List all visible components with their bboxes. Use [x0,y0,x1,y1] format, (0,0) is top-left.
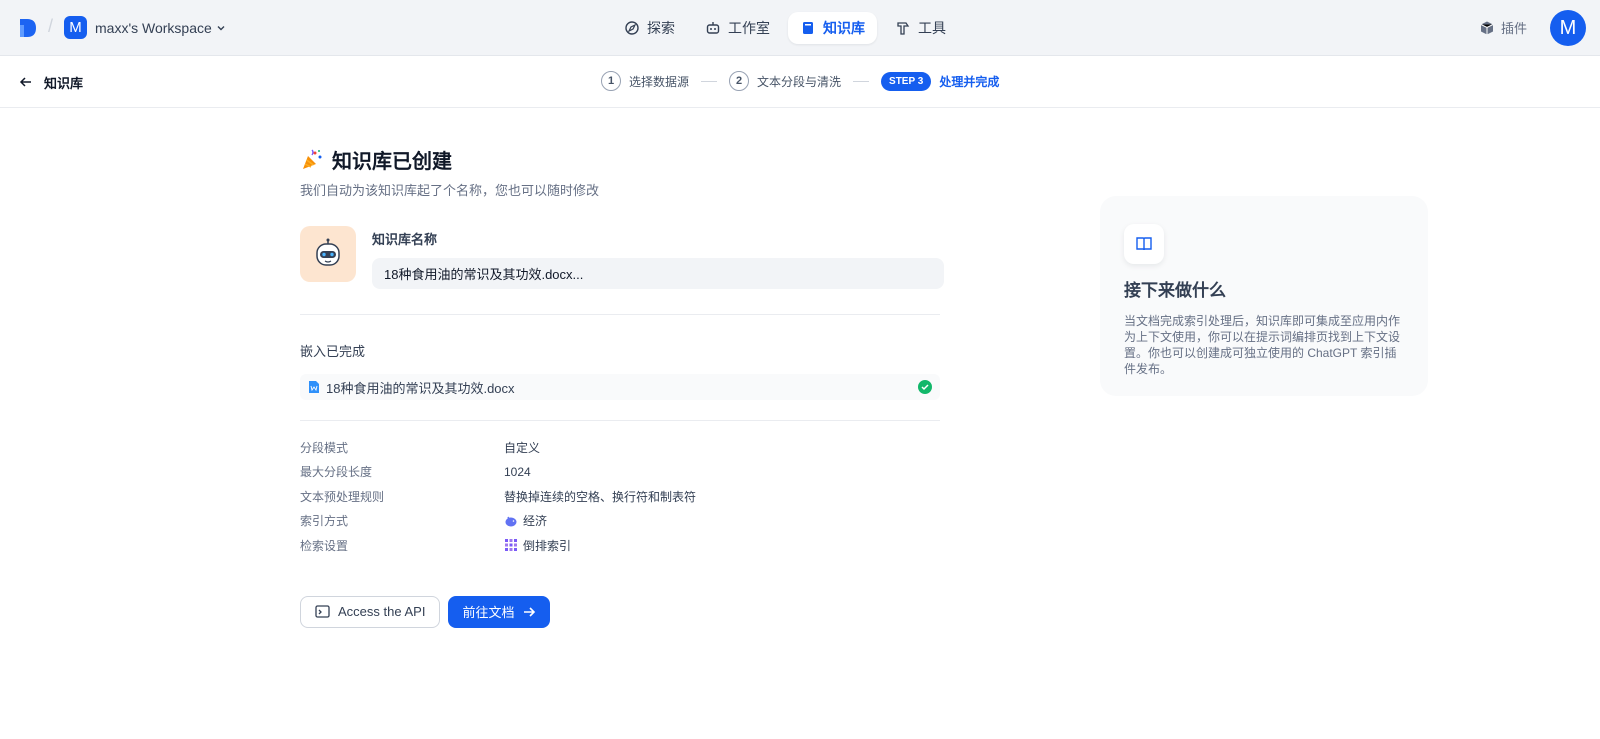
property-key: 索引方式 [300,514,349,529]
piggy-bank-icon [505,516,517,527]
compass-icon [625,21,639,35]
property-value-with-icon: 倒排索引 [504,537,571,554]
property-row: 索引方式 经济 [300,509,940,534]
book-icon [803,22,813,34]
main-nav: 探索 工作室 知识库 工具 [612,12,958,44]
nav-item-label: 探索 [647,20,675,36]
breadcrumb-separator: / [48,16,54,36]
step-label: 文本分段与清洗 [757,74,842,89]
arrow-left-icon[interactable] [18,74,34,90]
plugin-button[interactable]: 插件 [1479,18,1527,37]
file-name: 18种食用油的常识及其功效.docx [326,380,515,396]
knowledge-name-block: 知识库名称 18种食用油的常识及其功效.docx... [300,226,944,289]
access-api-button[interactable]: Access the API [300,595,441,628]
knowledge-name-input[interactable]: 18种食用油的常识及其功效.docx... [372,258,944,289]
title-row: 知识库已创建 [300,145,940,174]
nav-item-label: 工作室 [728,20,770,36]
creation-result: 知识库已创建 我们自动为该知识库起了个名称，您也可以随时修改 知识库名称 18种… [300,145,944,628]
workspace-avatar: M [64,16,87,39]
property-value: 1024 [504,464,531,479]
access-api-label: Access the API [338,604,426,619]
property-value: 经济 [523,514,548,529]
arrow-right-icon [524,606,536,617]
current-step-label: 处理并完成 [939,74,1000,89]
property-value: 自定义 [504,440,541,455]
party-popper-icon [303,149,322,169]
result-subtitle: 我们自动为该知识库起了个名称，您也可以随时修改 [300,183,600,198]
top-navigation-bar: / M maxx's Workspace 探索 工作室 知识库 工具 插件 M [0,0,1600,56]
property-key: 检索设置 [300,538,349,553]
user-avatar[interactable]: M [1550,10,1586,46]
divider [300,314,940,315]
property-row: 最大分段长度 1024 [300,460,940,485]
step-label: 选择数据源 [629,74,690,89]
check-circle-icon [918,380,932,394]
go-to-documents-button[interactable]: 前往文档 [448,595,551,628]
property-key: 文本预处理规则 [300,489,385,504]
nav-item-label: 工具 [918,20,946,36]
embedding-status-title: 嵌入已完成 [300,344,366,359]
robot-face-icon [316,238,340,266]
terminal-icon [315,605,330,618]
processing-properties: 分段模式 自定义 最大分段长度 1024 文本预处理规则 替换掉连续的空格、换行… [300,435,940,558]
knowledge-avatar [300,226,356,282]
app-logo-icon[interactable] [18,17,38,39]
property-value-with-icon: 经济 [504,512,547,529]
knowledge-name-field-group: 知识库名称 18种食用油的常识及其功效.docx... [372,226,944,289]
current-step-badge: STEP 3 [881,71,932,91]
next-steps-description: 当文档完成索引处理后，知识库即可集成至应用内作为上下文使用，你可以在提示词编排页… [1124,314,1401,376]
nav-item-studio[interactable]: 工作室 [693,12,782,44]
cube-icon [1480,21,1494,34]
property-row: 分段模式 自定义 [300,435,940,460]
step-divider [853,80,870,82]
workspace-name: maxx's Workspace [95,19,212,36]
workspace-selector[interactable]: M maxx's Workspace [64,16,226,39]
embedded-file-row: 18种食用油的常识及其功效.docx [300,374,940,400]
next-steps-title: 接下来做什么 [1124,281,1226,300]
word-document-icon [309,381,319,393]
step-indicator: 1 选择数据源 2 文本分段与清洗 STEP 3 处理并完成 [601,71,999,91]
divider [300,420,940,421]
go-to-documents-label: 前往文档 [462,605,515,620]
nav-item-explore[interactable]: 探索 [612,12,687,44]
nav-item-tools[interactable]: 工具 [883,12,958,44]
knowledge-name-label: 知识库名称 [372,232,438,247]
page-header: 知识库 1 选择数据源 2 文本分段与清洗 STEP 3 处理并完成 [0,56,1600,108]
property-row: 文本预处理规则 替换掉连续的空格、换行符和制表符 [300,484,940,509]
step-number: 2 [729,71,750,91]
hammer-icon [897,22,910,35]
nav-item-label: 知识库 [823,20,865,36]
open-book-icon [1136,237,1152,251]
step-divider [701,80,718,82]
nav-item-knowledge[interactable]: 知识库 [788,12,877,44]
property-key: 最大分段长度 [300,465,373,480]
chevron-down-icon [217,25,225,30]
property-value: 倒排索引 [523,538,572,553]
next-steps-panel: 接下来做什么 当文档完成索引处理后，知识库即可集成至应用内作为上下文使用，你可以… [1100,196,1428,396]
page-title: 知识库 [44,76,84,91]
property-value: 替换掉连续的空格、换行符和制表符 [504,489,697,504]
step-number: 1 [601,71,621,91]
panel-icon-container [1124,224,1164,264]
property-key: 分段模式 [300,440,349,455]
grid-icon [505,539,517,552]
plugin-label: 插件 [1501,21,1528,36]
action-buttons: Access the API 前往文档 [300,595,940,628]
result-title: 知识库已创建 [332,151,452,173]
property-row: 检索设置 倒排索引 [300,533,940,558]
robot-icon [706,22,720,34]
